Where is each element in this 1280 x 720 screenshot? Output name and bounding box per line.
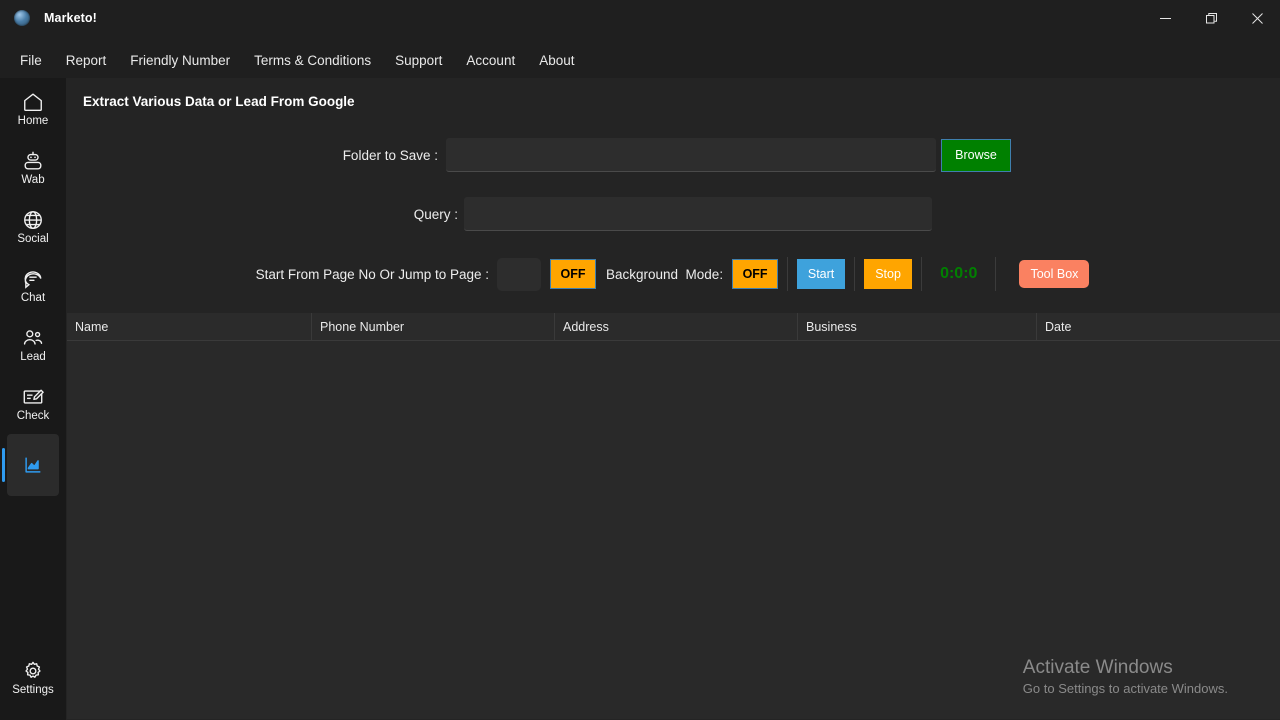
elapsed-timer: 0:0:0 — [940, 265, 977, 283]
start-page-input[interactable] — [497, 258, 541, 291]
column-header-business[interactable]: Business — [798, 313, 1037, 341]
sidebar-item-label-wab: Wab — [21, 174, 44, 187]
title-bar: Marketo! — [0, 0, 1280, 36]
menu-bar: File Report Friendly Number Terms & Cond… — [0, 44, 1280, 76]
page-toggle-button[interactable]: OFF — [550, 259, 596, 289]
column-header-name[interactable]: Name — [67, 313, 312, 341]
menu-item-about[interactable]: About — [529, 49, 584, 72]
home-icon — [22, 91, 44, 113]
divider — [854, 257, 855, 291]
sidebar-item-lead[interactable]: Lead — [0, 316, 66, 375]
sidebar-item-label-settings: Settings — [12, 684, 54, 697]
chat-icon — [22, 268, 44, 290]
sidebar-item-settings[interactable]: Settings — [0, 649, 66, 708]
column-header-date[interactable]: Date — [1037, 313, 1280, 341]
sidebar-item-home[interactable]: Home — [0, 80, 66, 139]
folder-to-save-input[interactable] — [446, 138, 936, 172]
gear-icon — [22, 660, 44, 682]
restore-icon[interactable] — [1188, 0, 1234, 36]
folder-row: Folder to Save : Browse — [66, 138, 1280, 172]
sidebar-item-label-check: Check — [17, 410, 50, 423]
close-icon[interactable] — [1234, 0, 1280, 36]
menu-item-report[interactable]: Report — [56, 49, 117, 72]
menu-item-support[interactable]: Support — [385, 49, 452, 72]
divider — [787, 257, 788, 291]
background-mode-toggle-button[interactable]: OFF — [732, 259, 778, 289]
menu-item-account[interactable]: Account — [456, 49, 525, 72]
sidebar-item-chart[interactable] — [7, 434, 59, 496]
divider — [995, 257, 996, 291]
people-icon — [22, 327, 44, 349]
table-header-row: Name Phone Number Address Business Date — [67, 313, 1280, 341]
background-mode-label: Background Mode: — [606, 267, 723, 282]
folder-to-save-label: Folder to Save : — [66, 148, 438, 163]
start-button[interactable]: Start — [797, 259, 845, 289]
column-header-phone-number[interactable]: Phone Number — [312, 313, 555, 341]
query-label: Query : — [66, 207, 458, 222]
minimize-icon[interactable] — [1142, 0, 1188, 36]
robot-icon — [22, 150, 44, 172]
divider — [921, 257, 922, 291]
window-title: Marketo! — [44, 11, 97, 25]
column-header-address[interactable]: Address — [555, 313, 798, 341]
active-indicator — [2, 448, 5, 482]
menu-item-friendly-number[interactable]: Friendly Number — [120, 49, 240, 72]
tool-box-button[interactable]: Tool Box — [1019, 260, 1089, 288]
main-panel: Extract Various Data or Lead From Google… — [66, 78, 1280, 720]
query-row: Query : — [66, 197, 1280, 231]
sidebar-item-social[interactable]: Social — [0, 198, 66, 257]
sidebar-item-label-home: Home — [18, 115, 49, 128]
page-title: Extract Various Data or Lead From Google — [83, 94, 355, 109]
window-controls — [1142, 0, 1280, 36]
watermark-subtitle: Go to Settings to activate Windows. — [1023, 680, 1228, 698]
menu-item-file[interactable]: File — [10, 49, 52, 72]
app-globe-icon — [14, 10, 30, 26]
watermark-title: Activate Windows — [1023, 656, 1228, 680]
sidebar-item-label-chat: Chat — [21, 292, 45, 305]
globe-icon — [22, 209, 44, 231]
chart-icon — [22, 454, 44, 476]
activate-windows-watermark: Activate Windows Go to Settings to activ… — [1023, 656, 1228, 698]
control-row: Start From Page No Or Jump to Page : OFF… — [66, 257, 1280, 291]
edit-card-icon — [22, 386, 44, 408]
sidebar-item-label-social: Social — [17, 233, 48, 246]
start-page-label: Start From Page No Or Jump to Page : — [66, 267, 489, 282]
sidebar-item-chat[interactable]: Chat — [0, 257, 66, 316]
stop-button[interactable]: Stop — [864, 259, 912, 289]
query-input[interactable] — [464, 197, 932, 231]
sidebar: Home Wab Social — [0, 78, 66, 720]
menu-item-terms-conditions[interactable]: Terms & Conditions — [244, 49, 381, 72]
sidebar-item-label-lead: Lead — [20, 351, 46, 364]
sidebar-item-wab[interactable]: Wab — [0, 139, 66, 198]
sidebar-item-check[interactable]: Check — [0, 375, 66, 434]
browse-button[interactable]: Browse — [941, 139, 1011, 172]
